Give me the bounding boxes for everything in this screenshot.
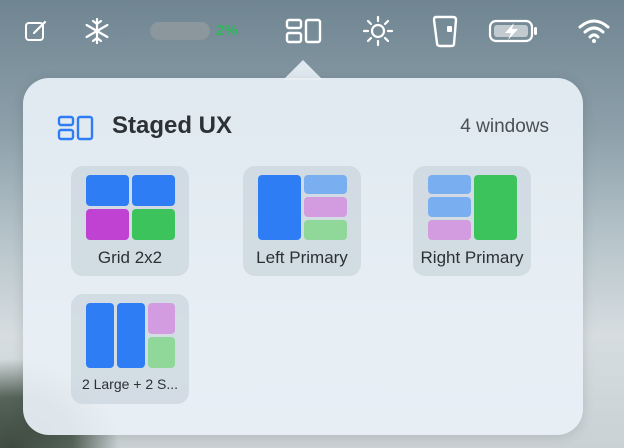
layout-label: 2 Large + 2 S...	[81, 376, 179, 392]
layout-thumbnail	[86, 175, 176, 241]
layout-grid-2x2[interactable]: Grid 2x2	[71, 166, 189, 276]
battery-percent: 2%	[216, 22, 238, 39]
layout-2-large-2-small[interactable]: 2 Large + 2 S...	[71, 294, 189, 404]
battery-charging-icon[interactable]	[487, 14, 541, 48]
phone-icon[interactable]	[430, 14, 460, 48]
window-count: 4 windows	[460, 116, 549, 137]
panel-title: Staged UX	[112, 112, 233, 139]
layout-right-primary[interactable]: Right Primary	[413, 166, 531, 276]
layout-thumbnail	[258, 175, 348, 241]
battery-level-pill	[150, 22, 210, 40]
snowflake-icon[interactable]	[82, 14, 112, 48]
layout-thumbnail	[428, 175, 518, 241]
staged-ux-icon[interactable]	[284, 14, 324, 48]
staged-ux-logo-icon	[57, 114, 95, 147]
layout-label: Left Primary	[256, 248, 348, 267]
menu-bar: 2%	[0, 0, 624, 62]
layout-label: Right Primary	[420, 248, 524, 267]
brightness-icon[interactable]	[361, 14, 395, 48]
staged-ux-panel: Staged UX 4 windows Grid 2x2 Left Primar…	[23, 78, 583, 435]
layout-thumbnail	[86, 303, 176, 369]
layout-left-primary[interactable]: Left Primary	[243, 166, 361, 276]
compose-icon[interactable]	[22, 14, 50, 48]
wifi-icon[interactable]	[577, 14, 611, 48]
layout-label: Grid 2x2	[97, 248, 163, 267]
panel-pointer	[283, 60, 323, 80]
